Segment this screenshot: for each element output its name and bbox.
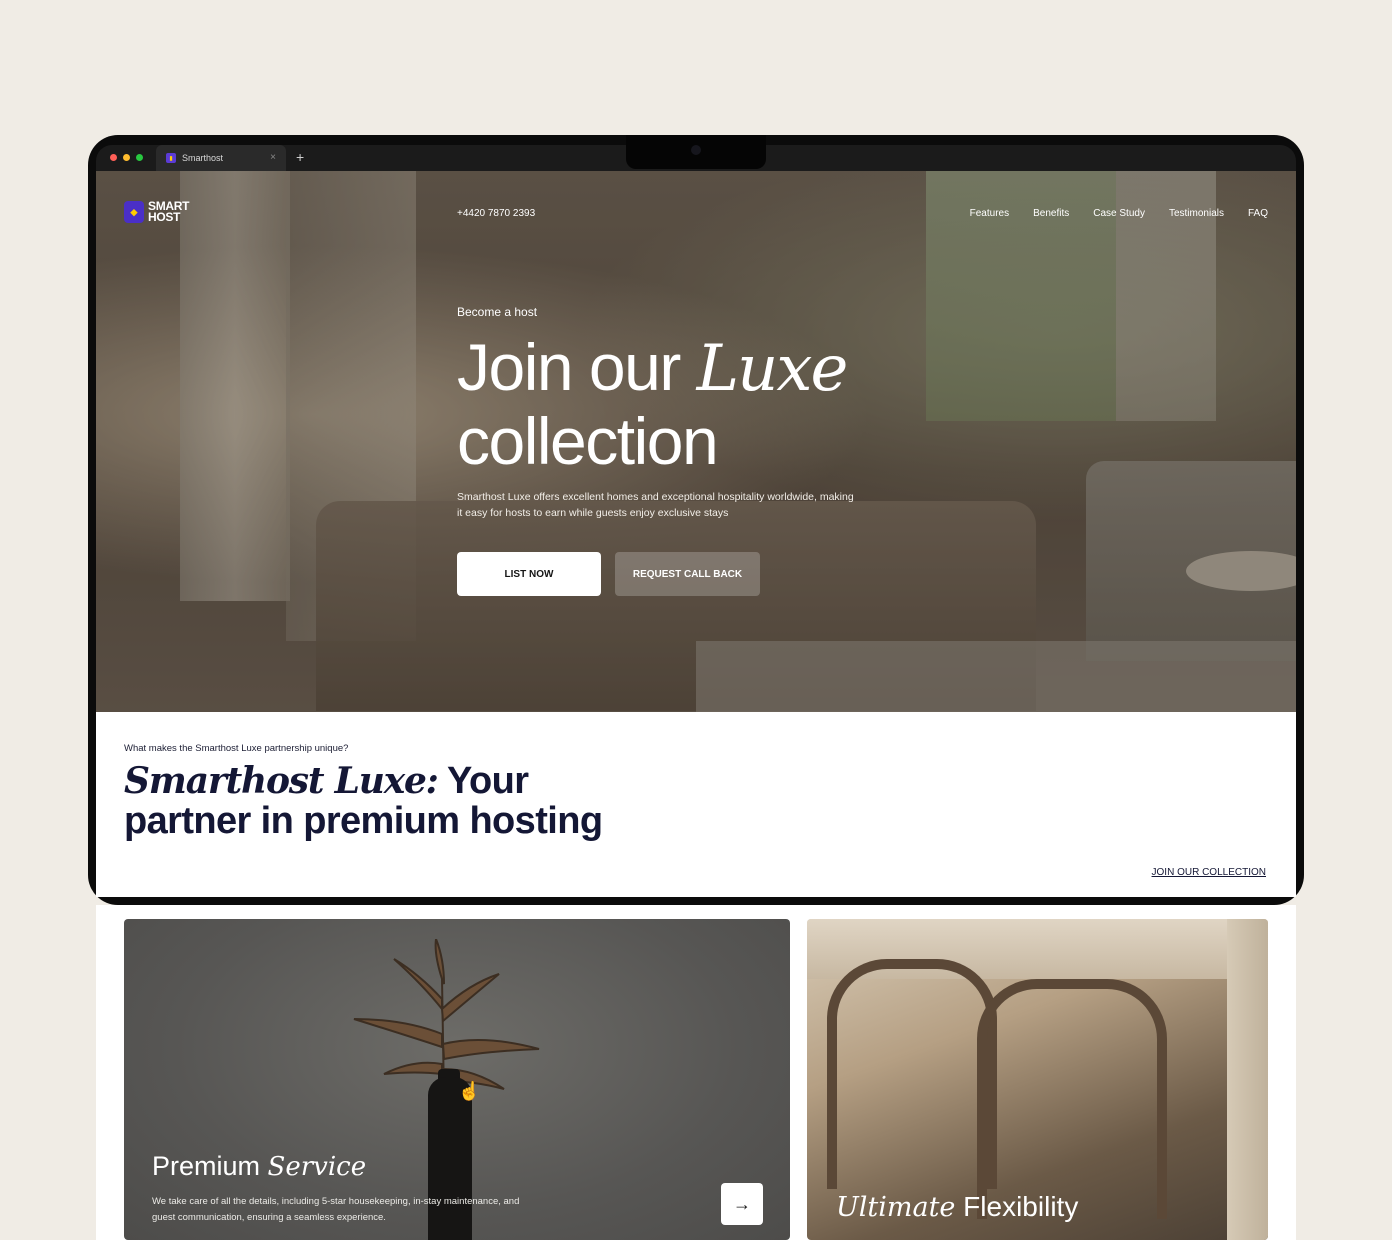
nav-faq[interactable]: FAQ [1248,208,1268,219]
section-title-line2: partner in premium hosting [124,800,603,842]
phone-link[interactable]: +4420 7870 2393 [457,208,535,219]
hero-title-italic: Luxe [696,332,849,406]
feature-card-ultimate-flexibility[interactable]: Ultimate Flexibility [807,919,1268,1240]
nav-features[interactable]: Features [970,208,1009,219]
card-title: Ultimate Flexibility [836,1191,1078,1223]
browser-viewport: ◆ SMART HOST +4420 7870 2393 Features Be… [96,171,1296,897]
site-logo[interactable]: ◆ SMART HOST [124,200,189,224]
hero-title-plain: Join our [457,330,697,404]
minimize-window-button[interactable] [123,154,130,161]
laptop-frame: ▮ Smarthost × + ◆ SMART HOST +4420 7870 … [88,135,1304,905]
section-title-rest: Your [437,760,529,802]
section-title-italic: Smarthost Luxe: [124,760,439,802]
card-title: Premium Service [152,1151,366,1182]
logo-mark-icon: ◆ [124,201,144,223]
main-nav: Features Benefits Case Study Testimonial… [970,208,1268,219]
card-arrow-button[interactable]: → [721,1183,763,1225]
hero-title: Join our Luxe collection [457,330,849,478]
card-title-italic: Ultimate [836,1192,956,1223]
close-tab-icon[interactable]: × [270,152,276,163]
hero-section: ◆ SMART HOST +4420 7870 2393 Features Be… [96,171,1296,712]
card-title-plain: Flexibility [955,1191,1079,1222]
nav-benefits[interactable]: Benefits [1033,208,1069,219]
card-title-plain: Premium [152,1151,268,1181]
card-title-italic: Service [267,1152,367,1182]
browser-tab[interactable]: ▮ Smarthost × [156,145,286,171]
nav-case-study[interactable]: Case Study [1093,208,1145,219]
arrow-right-icon: → [733,1193,751,1214]
list-now-button[interactable]: LIST NOW [457,552,601,596]
chair-illustration [827,959,997,1189]
favicon-icon: ▮ [166,153,176,163]
close-window-button[interactable] [110,154,117,161]
chair-illustration [977,979,1167,1219]
nav-testimonials[interactable]: Testimonials [1169,208,1224,219]
request-call-back-button[interactable]: REQUEST CALL BACK [615,552,760,596]
tab-title: Smarthost [182,153,224,163]
hero-eyebrow: Become a host [457,305,538,319]
camera-icon [691,145,701,155]
card-description: We take care of all the details, includi… [152,1196,520,1223]
hero-title-line2: collection [457,404,719,478]
camera-notch [626,135,766,169]
new-tab-button[interactable]: + [296,149,304,165]
logo-wordmark: SMART HOST [148,200,189,224]
logo-line-2: HOST [148,210,181,224]
hero-description: Smarthost Luxe offers excellent homes an… [457,491,854,519]
feature-card-premium-service[interactable]: ☝ Premium Service We take care of all th… [124,919,790,1240]
hand-cursor-icon: ☝ [458,1081,481,1101]
section-eyebrow: What makes the Smarthost Luxe partnershi… [124,743,349,754]
table-leg [1227,919,1268,1240]
join-collection-link[interactable]: JOIN OUR COLLECTION [1152,867,1266,878]
window-controls[interactable] [110,154,143,161]
maximize-window-button[interactable] [136,154,143,161]
section-title: Smarthost Luxe: Your partner in premium … [124,760,603,842]
